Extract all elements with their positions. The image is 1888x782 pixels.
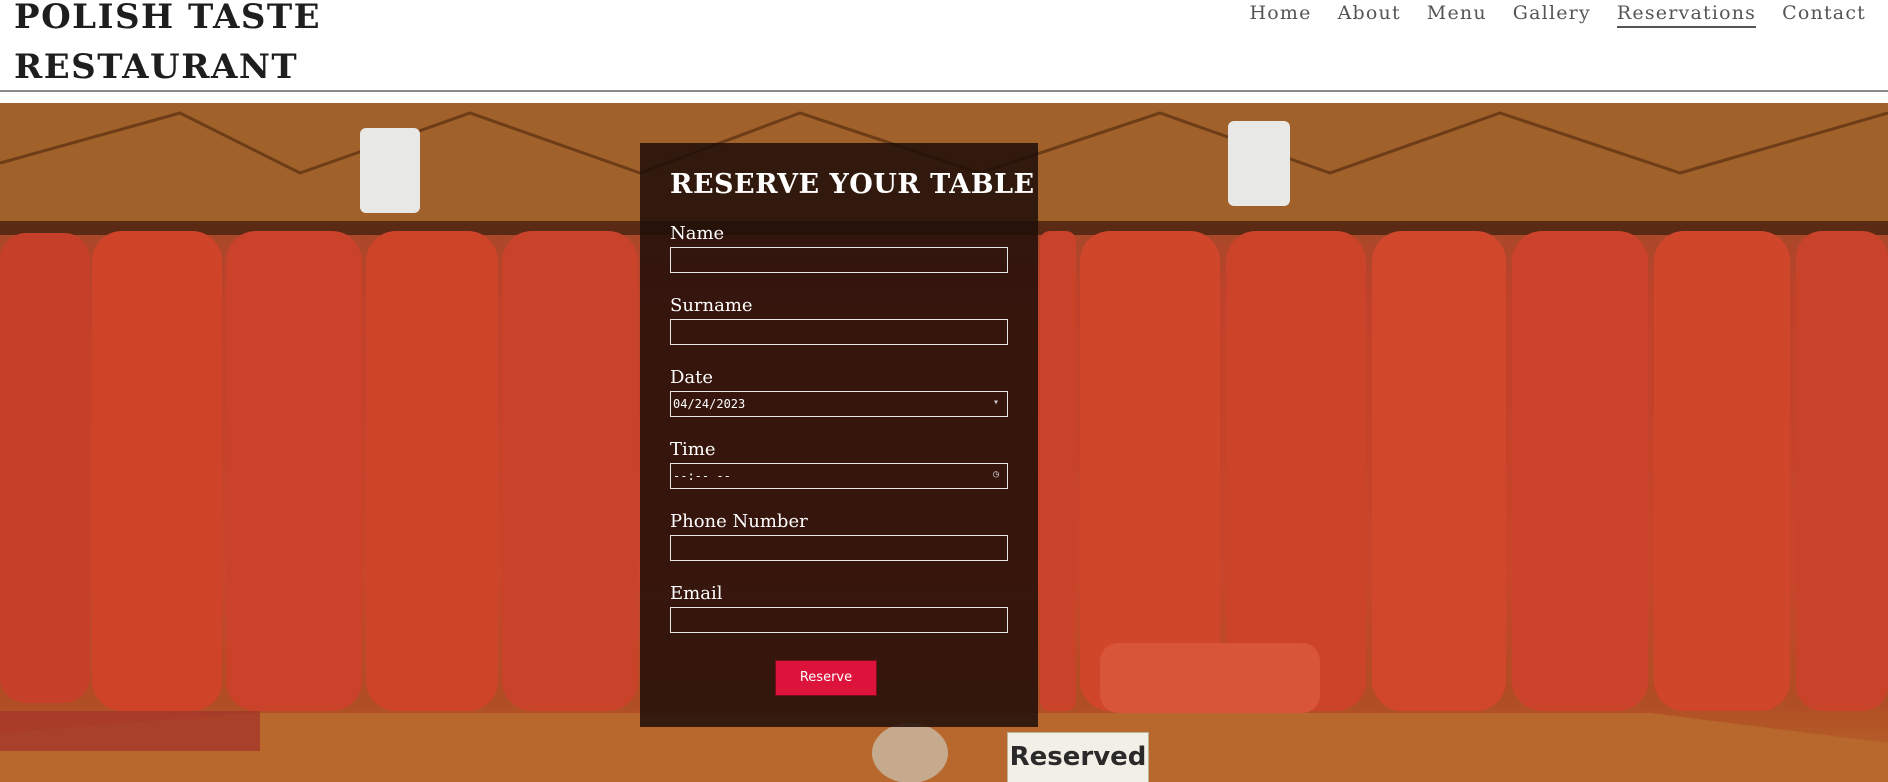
form-title: RESERVE YOUR TABLE <box>670 169 1035 200</box>
name-input[interactable] <box>670 247 1008 273</box>
time-label: Time <box>670 439 716 460</box>
nav-about[interactable]: About <box>1338 2 1401 28</box>
wall-lamp-left <box>360 128 420 213</box>
date-input[interactable]: 04/24/2023 ▾ <box>670 391 1008 417</box>
nav-menu[interactable]: Menu <box>1427 2 1487 28</box>
site-header: POLISH TASTE RESTAURANT Home About Menu … <box>0 0 1888 92</box>
header-divider <box>0 90 1888 92</box>
folded-napkin <box>0 711 260 751</box>
cushion-pillow <box>1100 643 1320 713</box>
name-label: Name <box>670 223 725 244</box>
phone-input[interactable] <box>670 535 1008 561</box>
wall-lamp-right <box>1228 121 1290 206</box>
brand-line-2: RESTAURANT <box>14 47 299 87</box>
nav-home[interactable]: Home <box>1250 2 1312 28</box>
date-input-value: 04/24/2023 <box>673 397 746 411</box>
calendar-icon[interactable]: ▾ <box>993 398 1003 408</box>
reserve-button[interactable]: Reserve <box>775 660 877 696</box>
time-input[interactable]: --:-- -- ◷ <box>670 463 1008 489</box>
surname-input[interactable] <box>670 319 1008 345</box>
nav-gallery[interactable]: Gallery <box>1513 2 1591 28</box>
time-input-value: --:-- -- <box>673 469 731 483</box>
email-label: Email <box>670 583 723 604</box>
reservation-form: RESERVE YOUR TABLE Name Surname Date 04/… <box>640 143 1038 727</box>
reserved-sign-text: Reserved <box>1009 742 1147 772</box>
reserved-sign: Reserved <box>1007 732 1149 782</box>
phone-label: Phone Number <box>670 511 808 532</box>
brand-logo[interactable]: POLISH TASTE RESTAURANT <box>14 0 321 92</box>
glass-vase <box>872 723 948 782</box>
brand-line-1: POLISH TASTE <box>14 0 322 37</box>
date-label: Date <box>670 367 714 388</box>
nav-contact[interactable]: Contact <box>1782 2 1866 28</box>
clock-icon[interactable]: ◷ <box>993 470 1003 480</box>
surname-label: Surname <box>670 295 753 316</box>
main-nav: Home About Menu Gallery Reservations Con… <box>1224 2 1866 28</box>
email-input[interactable] <box>670 607 1008 633</box>
nav-reservations[interactable]: Reservations <box>1616 2 1757 28</box>
hero-background-photo: Reserved RESERVE YOUR TABLE Name Surname… <box>0 103 1888 782</box>
